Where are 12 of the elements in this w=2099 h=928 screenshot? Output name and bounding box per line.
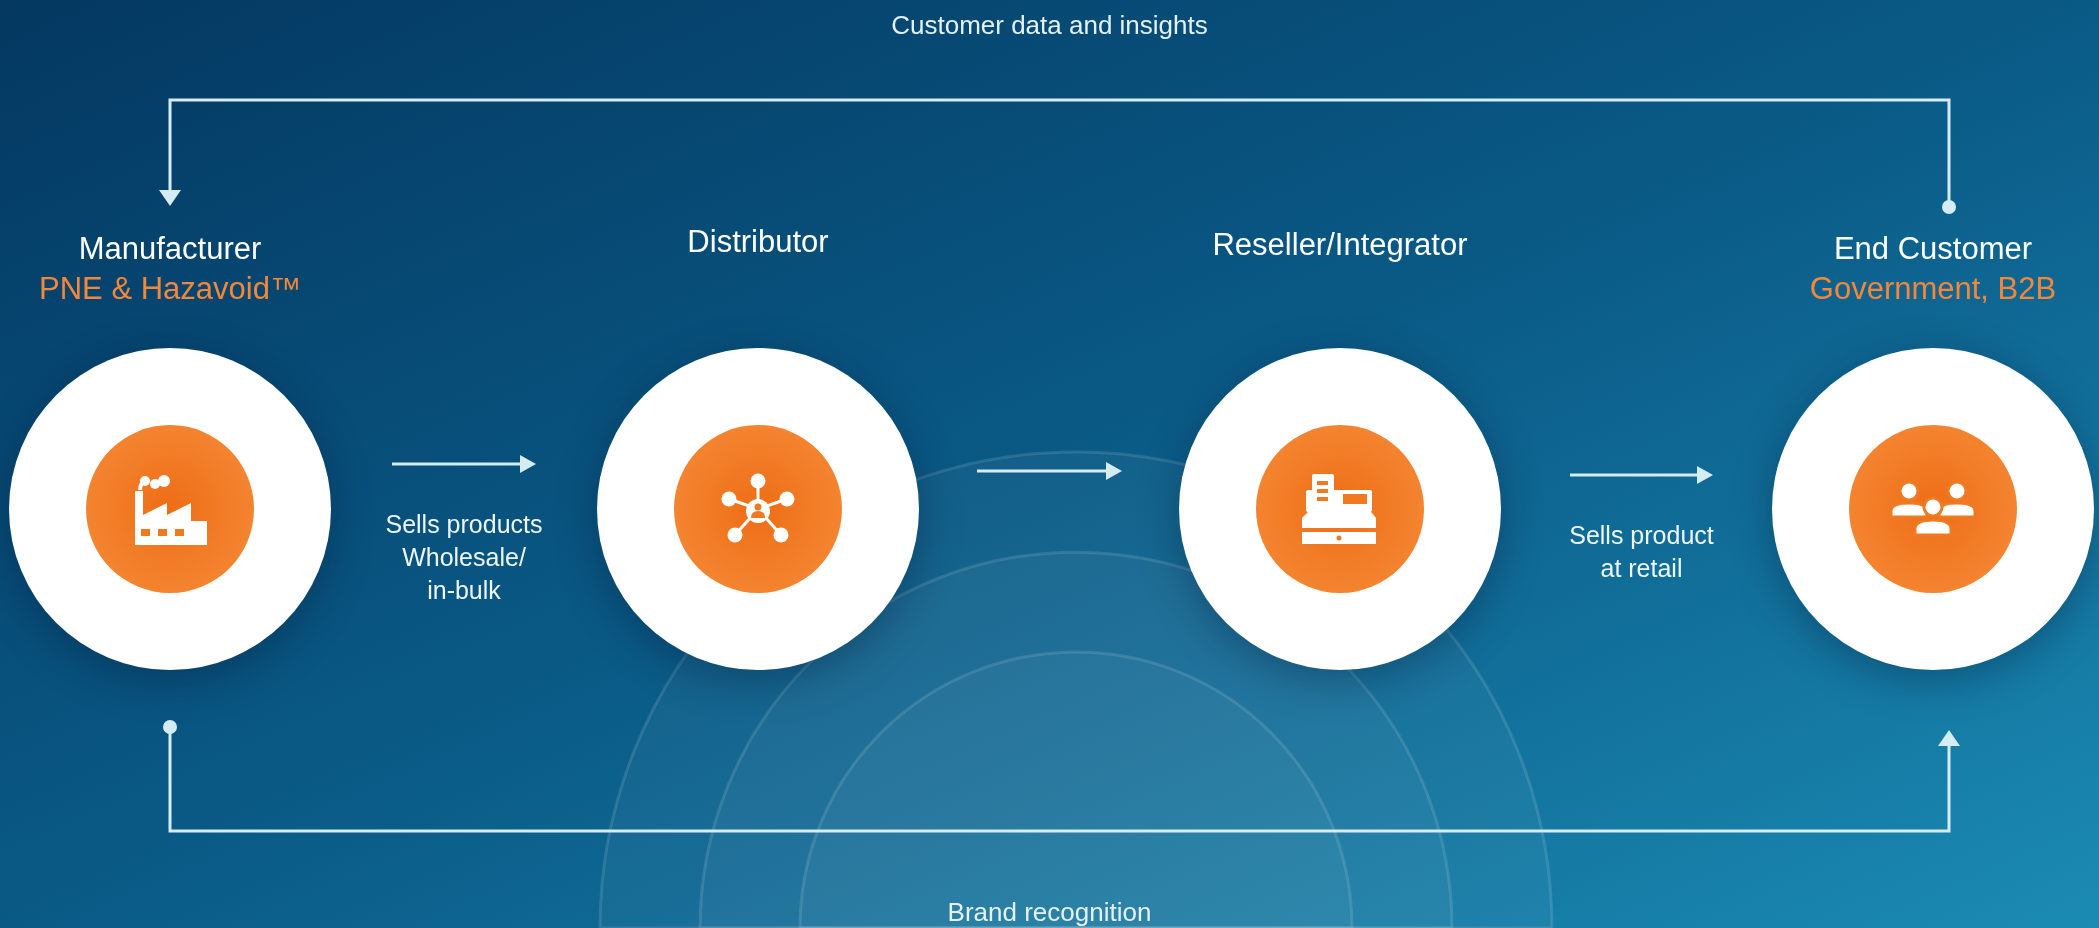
- stage-title: Distributor: [687, 223, 829, 261]
- transition-label: Sells products Wholesale/ in-bulk: [384, 509, 544, 606]
- transition-label: Sells product at retail: [1568, 520, 1715, 584]
- stage-title: Reseller/Integrator: [1212, 226, 1468, 264]
- network-icon: [720, 473, 796, 545]
- people-icon: [1891, 481, 1975, 537]
- stage-subtitle: Government, B2B: [1809, 270, 2057, 308]
- stage-subtitle: PNE & Hazavoid™: [39, 270, 301, 308]
- stage-title: Manufacturer: [78, 230, 262, 268]
- flow-label: Brand recognition: [947, 897, 1152, 927]
- stage-title: End Customer: [1833, 230, 2033, 268]
- flow-label: Customer data and insights: [891, 10, 1208, 40]
